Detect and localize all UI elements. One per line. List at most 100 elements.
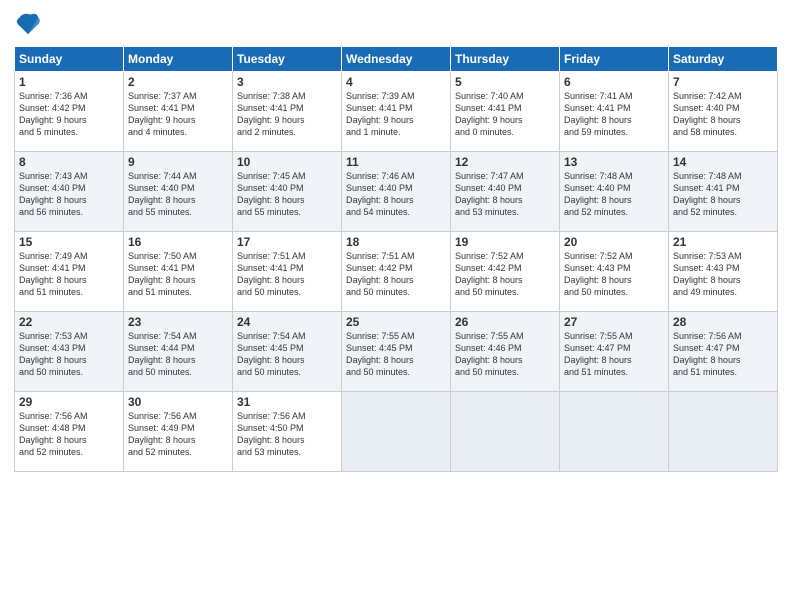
day-cell: 25Sunrise: 7:55 AM Sunset: 4:45 PM Dayli…	[342, 312, 451, 392]
day-info: Sunrise: 7:48 AM Sunset: 4:40 PM Dayligh…	[564, 170, 664, 219]
day-info: Sunrise: 7:37 AM Sunset: 4:41 PM Dayligh…	[128, 90, 228, 139]
day-info: Sunrise: 7:40 AM Sunset: 4:41 PM Dayligh…	[455, 90, 555, 139]
day-number: 10	[237, 155, 337, 169]
day-info: Sunrise: 7:54 AM Sunset: 4:45 PM Dayligh…	[237, 330, 337, 379]
day-number: 6	[564, 75, 664, 89]
day-cell: 3Sunrise: 7:38 AM Sunset: 4:41 PM Daylig…	[233, 72, 342, 152]
day-cell: 28Sunrise: 7:56 AM Sunset: 4:47 PM Dayli…	[669, 312, 778, 392]
header-row: SundayMondayTuesdayWednesdayThursdayFrid…	[15, 47, 778, 72]
day-number: 27	[564, 315, 664, 329]
day-cell: 17Sunrise: 7:51 AM Sunset: 4:41 PM Dayli…	[233, 232, 342, 312]
main-container: SundayMondayTuesdayWednesdayThursdayFrid…	[0, 0, 792, 482]
column-header-saturday: Saturday	[669, 47, 778, 72]
day-info: Sunrise: 7:44 AM Sunset: 4:40 PM Dayligh…	[128, 170, 228, 219]
week-row-4: 22Sunrise: 7:53 AM Sunset: 4:43 PM Dayli…	[15, 312, 778, 392]
day-info: Sunrise: 7:38 AM Sunset: 4:41 PM Dayligh…	[237, 90, 337, 139]
day-number: 21	[673, 235, 773, 249]
week-row-1: 1Sunrise: 7:36 AM Sunset: 4:42 PM Daylig…	[15, 72, 778, 152]
day-info: Sunrise: 7:45 AM Sunset: 4:40 PM Dayligh…	[237, 170, 337, 219]
day-number: 19	[455, 235, 555, 249]
calendar-table: SundayMondayTuesdayWednesdayThursdayFrid…	[14, 46, 778, 472]
column-header-monday: Monday	[124, 47, 233, 72]
day-number: 18	[346, 235, 446, 249]
day-cell: 21Sunrise: 7:53 AM Sunset: 4:43 PM Dayli…	[669, 232, 778, 312]
day-number: 13	[564, 155, 664, 169]
day-cell: 23Sunrise: 7:54 AM Sunset: 4:44 PM Dayli…	[124, 312, 233, 392]
day-info: Sunrise: 7:53 AM Sunset: 4:43 PM Dayligh…	[673, 250, 773, 299]
day-info: Sunrise: 7:49 AM Sunset: 4:41 PM Dayligh…	[19, 250, 119, 299]
day-info: Sunrise: 7:41 AM Sunset: 4:41 PM Dayligh…	[564, 90, 664, 139]
day-cell: 22Sunrise: 7:53 AM Sunset: 4:43 PM Dayli…	[15, 312, 124, 392]
week-row-3: 15Sunrise: 7:49 AM Sunset: 4:41 PM Dayli…	[15, 232, 778, 312]
column-header-thursday: Thursday	[451, 47, 560, 72]
logo	[14, 10, 44, 38]
day-number: 7	[673, 75, 773, 89]
day-cell: 9Sunrise: 7:44 AM Sunset: 4:40 PM Daylig…	[124, 152, 233, 232]
day-cell: 2Sunrise: 7:37 AM Sunset: 4:41 PM Daylig…	[124, 72, 233, 152]
day-number: 26	[455, 315, 555, 329]
day-number: 31	[237, 395, 337, 409]
day-cell: 1Sunrise: 7:36 AM Sunset: 4:42 PM Daylig…	[15, 72, 124, 152]
day-number: 29	[19, 395, 119, 409]
day-info: Sunrise: 7:55 AM Sunset: 4:45 PM Dayligh…	[346, 330, 446, 379]
column-header-wednesday: Wednesday	[342, 47, 451, 72]
day-cell: 5Sunrise: 7:40 AM Sunset: 4:41 PM Daylig…	[451, 72, 560, 152]
day-info: Sunrise: 7:55 AM Sunset: 4:47 PM Dayligh…	[564, 330, 664, 379]
day-info: Sunrise: 7:47 AM Sunset: 4:40 PM Dayligh…	[455, 170, 555, 219]
day-cell: 31Sunrise: 7:56 AM Sunset: 4:50 PM Dayli…	[233, 392, 342, 472]
day-cell: 4Sunrise: 7:39 AM Sunset: 4:41 PM Daylig…	[342, 72, 451, 152]
day-info: Sunrise: 7:52 AM Sunset: 4:42 PM Dayligh…	[455, 250, 555, 299]
day-cell: 8Sunrise: 7:43 AM Sunset: 4:40 PM Daylig…	[15, 152, 124, 232]
day-number: 1	[19, 75, 119, 89]
week-row-2: 8Sunrise: 7:43 AM Sunset: 4:40 PM Daylig…	[15, 152, 778, 232]
day-cell: 6Sunrise: 7:41 AM Sunset: 4:41 PM Daylig…	[560, 72, 669, 152]
day-cell	[342, 392, 451, 472]
day-info: Sunrise: 7:52 AM Sunset: 4:43 PM Dayligh…	[564, 250, 664, 299]
day-cell: 16Sunrise: 7:50 AM Sunset: 4:41 PM Dayli…	[124, 232, 233, 312]
day-number: 5	[455, 75, 555, 89]
day-cell: 19Sunrise: 7:52 AM Sunset: 4:42 PM Dayli…	[451, 232, 560, 312]
day-cell: 18Sunrise: 7:51 AM Sunset: 4:42 PM Dayli…	[342, 232, 451, 312]
day-number: 4	[346, 75, 446, 89]
day-info: Sunrise: 7:56 AM Sunset: 4:48 PM Dayligh…	[19, 410, 119, 459]
day-info: Sunrise: 7:48 AM Sunset: 4:41 PM Dayligh…	[673, 170, 773, 219]
day-info: Sunrise: 7:51 AM Sunset: 4:42 PM Dayligh…	[346, 250, 446, 299]
day-cell	[451, 392, 560, 472]
day-cell: 24Sunrise: 7:54 AM Sunset: 4:45 PM Dayli…	[233, 312, 342, 392]
day-info: Sunrise: 7:42 AM Sunset: 4:40 PM Dayligh…	[673, 90, 773, 139]
day-info: Sunrise: 7:43 AM Sunset: 4:40 PM Dayligh…	[19, 170, 119, 219]
day-number: 14	[673, 155, 773, 169]
column-header-tuesday: Tuesday	[233, 47, 342, 72]
day-info: Sunrise: 7:36 AM Sunset: 4:42 PM Dayligh…	[19, 90, 119, 139]
column-header-friday: Friday	[560, 47, 669, 72]
week-row-5: 29Sunrise: 7:56 AM Sunset: 4:48 PM Dayli…	[15, 392, 778, 472]
day-cell: 29Sunrise: 7:56 AM Sunset: 4:48 PM Dayli…	[15, 392, 124, 472]
day-number: 20	[564, 235, 664, 249]
day-cell: 27Sunrise: 7:55 AM Sunset: 4:47 PM Dayli…	[560, 312, 669, 392]
day-number: 30	[128, 395, 228, 409]
day-info: Sunrise: 7:56 AM Sunset: 4:47 PM Dayligh…	[673, 330, 773, 379]
day-number: 8	[19, 155, 119, 169]
day-number: 17	[237, 235, 337, 249]
day-number: 12	[455, 155, 555, 169]
day-cell: 30Sunrise: 7:56 AM Sunset: 4:49 PM Dayli…	[124, 392, 233, 472]
column-header-sunday: Sunday	[15, 47, 124, 72]
day-info: Sunrise: 7:53 AM Sunset: 4:43 PM Dayligh…	[19, 330, 119, 379]
day-number: 28	[673, 315, 773, 329]
day-info: Sunrise: 7:39 AM Sunset: 4:41 PM Dayligh…	[346, 90, 446, 139]
day-number: 2	[128, 75, 228, 89]
day-info: Sunrise: 7:46 AM Sunset: 4:40 PM Dayligh…	[346, 170, 446, 219]
day-cell: 13Sunrise: 7:48 AM Sunset: 4:40 PM Dayli…	[560, 152, 669, 232]
day-cell: 20Sunrise: 7:52 AM Sunset: 4:43 PM Dayli…	[560, 232, 669, 312]
day-number: 11	[346, 155, 446, 169]
day-cell: 7Sunrise: 7:42 AM Sunset: 4:40 PM Daylig…	[669, 72, 778, 152]
day-info: Sunrise: 7:56 AM Sunset: 4:49 PM Dayligh…	[128, 410, 228, 459]
day-number: 24	[237, 315, 337, 329]
day-number: 16	[128, 235, 228, 249]
day-number: 15	[19, 235, 119, 249]
day-cell: 11Sunrise: 7:46 AM Sunset: 4:40 PM Dayli…	[342, 152, 451, 232]
day-info: Sunrise: 7:54 AM Sunset: 4:44 PM Dayligh…	[128, 330, 228, 379]
day-cell: 14Sunrise: 7:48 AM Sunset: 4:41 PM Dayli…	[669, 152, 778, 232]
logo-icon	[14, 10, 42, 38]
day-cell	[560, 392, 669, 472]
